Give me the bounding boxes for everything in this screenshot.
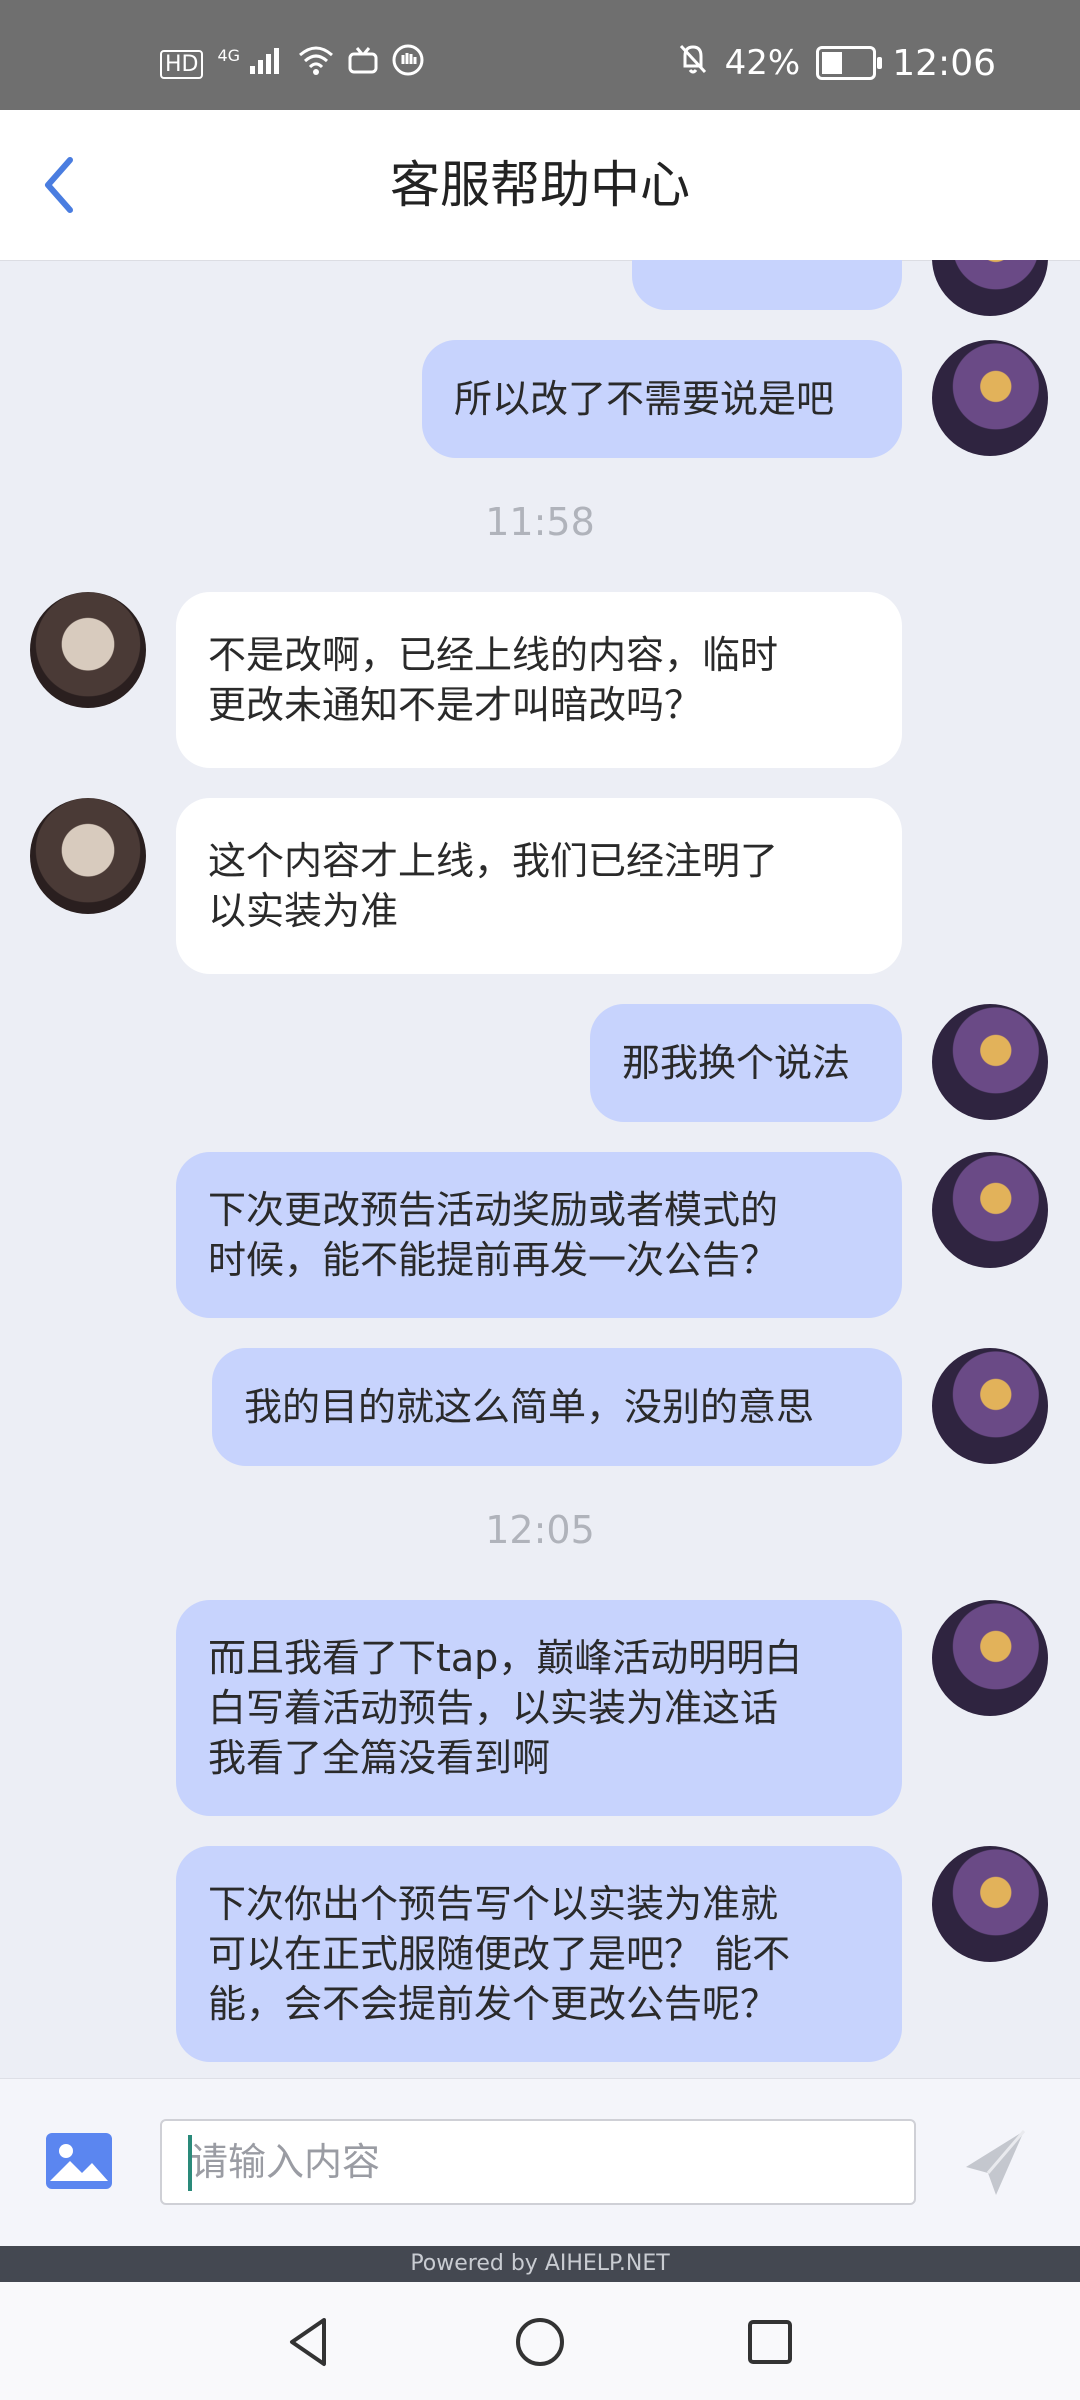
circle-home-icon (516, 2318, 564, 2366)
triangle-back-icon (290, 2318, 326, 2366)
hd-icon: HD (160, 49, 204, 79)
message-text: 那我换个说法 (622, 1041, 851, 1085)
square-recents-icon (748, 2320, 792, 2364)
user-avatar[interactable] (932, 340, 1048, 456)
message-bubble: 这个内容才上线，我们已经注明了 以实装为准 (176, 798, 902, 974)
wifi-icon (298, 45, 334, 83)
user-avatar[interactable] (932, 1348, 1048, 1464)
message-text: 不是改啊，已经上线的内容，临时 更改未通知不是才叫暗改吗？ (208, 633, 779, 727)
agent-avatar[interactable] (30, 798, 146, 914)
battery-icon (816, 46, 883, 80)
user-avatar[interactable] (932, 1846, 1048, 1962)
message-bubble-partial (632, 260, 902, 310)
tv-app-icon (348, 46, 378, 82)
app-header: 客服帮助中心 (0, 110, 1080, 261)
status-left: HD 4G (160, 44, 424, 84)
message-bubble: 我的目的就这么简单，没别的意思 (212, 1348, 902, 1466)
message-text: 下次你出个预告写个以实装为准就 可以在正式服随便改了是吧？ 能不 能，会不会提前… (208, 1882, 791, 2026)
text-caret (188, 2135, 192, 2191)
message-text: 所以改了不需要说是吧 (454, 377, 835, 421)
system-nav-bar (0, 2282, 1080, 2400)
send-button[interactable] (962, 2127, 1028, 2199)
message-bubble: 那我换个说法 (590, 1004, 902, 1122)
image-icon (46, 2133, 112, 2189)
message-text: 这个内容才上线，我们已经注明了 以实装为准 (208, 839, 779, 933)
timestamp: 11:58 (485, 500, 595, 544)
battery-percent: 42% (724, 43, 801, 83)
hand-icon (392, 44, 424, 84)
status-time: 12:06 (892, 42, 996, 84)
user-avatar[interactable] (932, 260, 1048, 316)
message-text: 下次更改预告活动奖励或者模式的 时候，能不能提前再发一次公告？ (208, 1188, 779, 1282)
message-bubble: 下次你出个预告写个以实装为准就 可以在正式服随便改了是吧？ 能不 能，会不会提前… (176, 1846, 902, 2062)
signal-icon: 4G (217, 46, 283, 82)
image-upload-button[interactable] (44, 2131, 114, 2191)
mute-bell-icon (677, 42, 709, 84)
status-right: 42% 12:06 (677, 42, 996, 84)
page-title: 客服帮助中心 (390, 156, 690, 214)
nav-home-button[interactable] (510, 2312, 570, 2372)
message-bubble: 而且我看了下tap，巅峰活动明明白 白写着活动预告，以实装为准这话 我看了全篇没… (176, 1600, 902, 1816)
user-avatar[interactable] (932, 1600, 1048, 1716)
chat-list[interactable]: 所以改了不需要说是吧 11:58 不是改啊，已经上线的内容，临时 更改未通知不是… (0, 260, 1080, 2078)
message-bubble: 下次更改预告活动奖励或者模式的 时候，能不能提前再发一次公告？ (176, 1152, 902, 1318)
timestamp: 12:05 (485, 1508, 595, 1552)
message-input[interactable] (160, 2119, 916, 2205)
message-text: 我的目的就这么简单，没别的意思 (244, 1385, 815, 1429)
user-avatar[interactable] (932, 1152, 1048, 1268)
powered-by: Powered by AIHELP.NET (0, 2246, 1080, 2282)
user-avatar[interactable] (932, 1004, 1048, 1120)
status-bar: HD 4G 42% 12:06 (0, 0, 1080, 110)
message-bubble: 所以改了不需要说是吧 (422, 340, 902, 458)
agent-avatar[interactable] (30, 592, 146, 708)
message-text: 而且我看了下tap，巅峰活动明明白 白写着活动预告，以实装为准这话 我看了全篇没… (208, 1636, 803, 1780)
composer-bar (0, 2078, 1080, 2247)
message-bubble: 不是改啊，已经上线的内容，临时 更改未通知不是才叫暗改吗？ (176, 592, 902, 768)
nav-recents-button[interactable] (740, 2312, 800, 2372)
nav-back-button[interactable] (280, 2312, 340, 2372)
send-icon (966, 2130, 1026, 2195)
